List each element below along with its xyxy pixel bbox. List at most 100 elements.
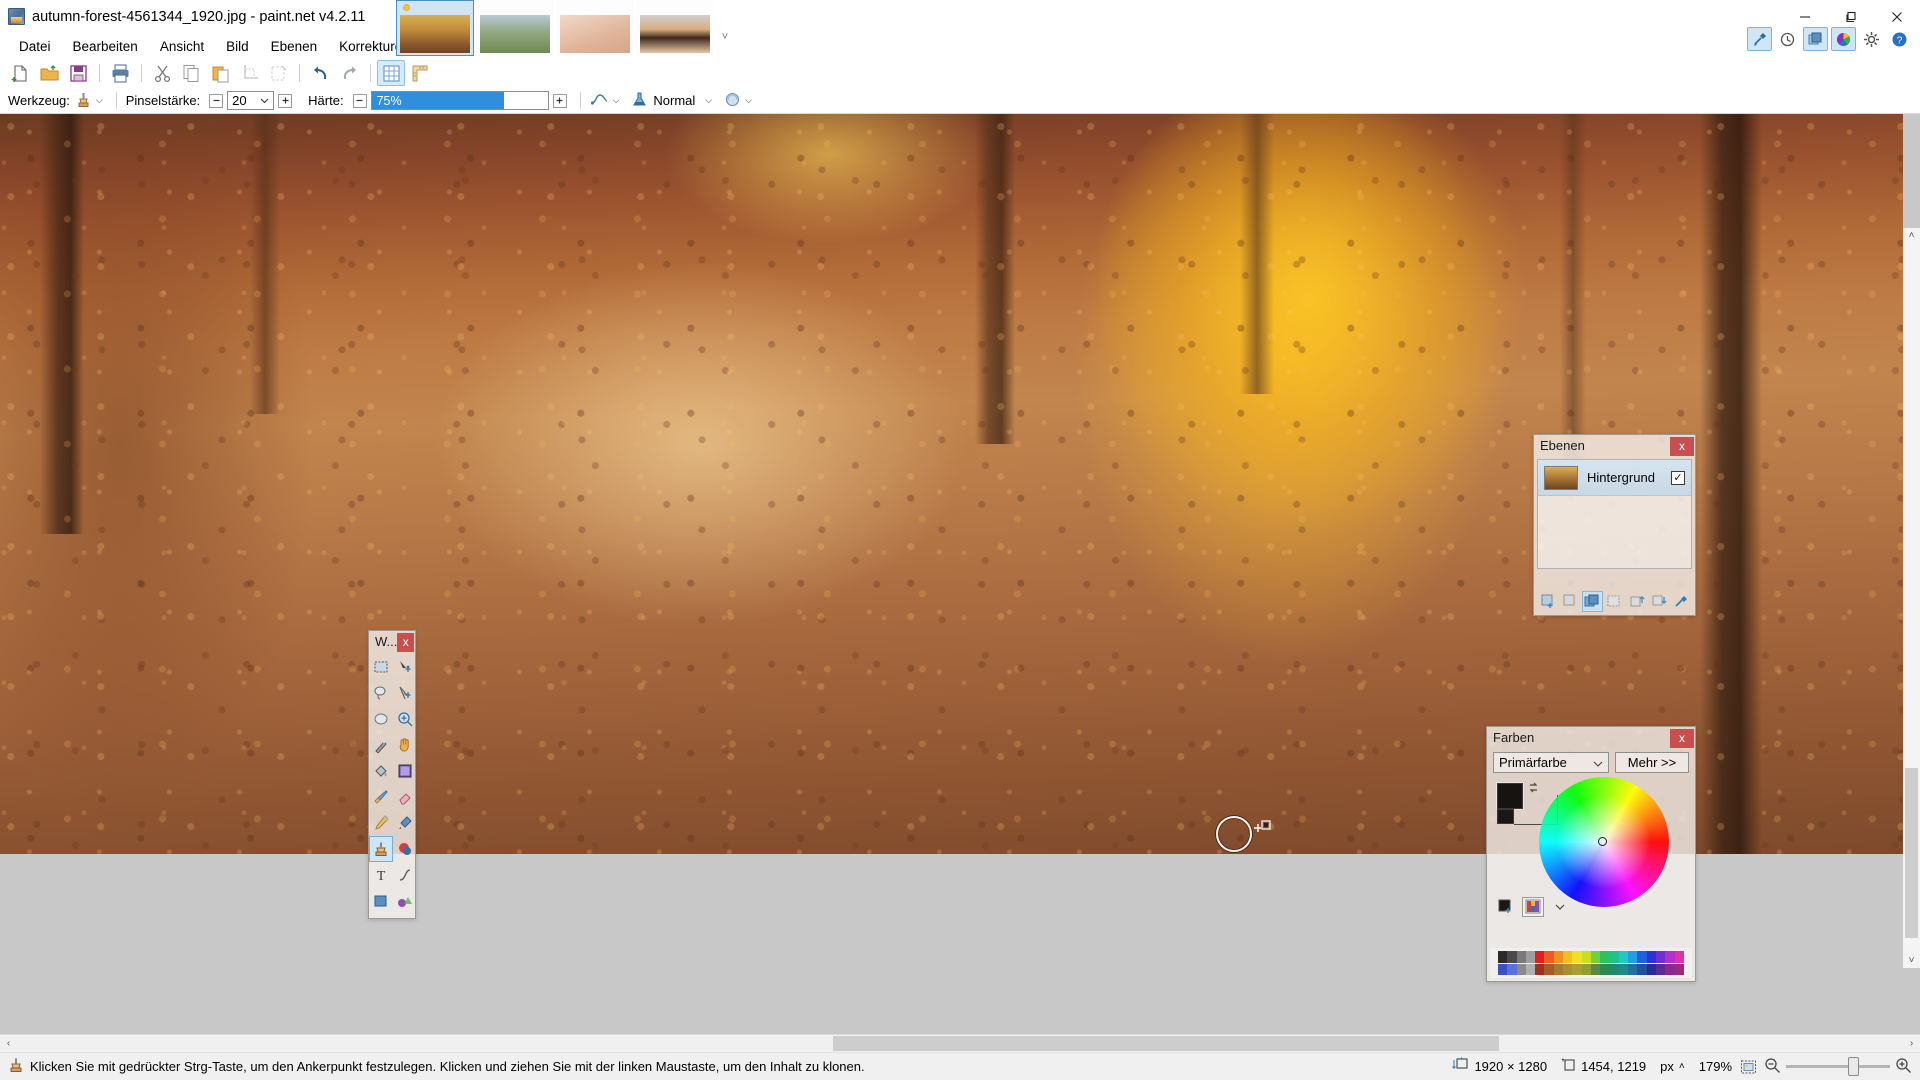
toggle-history-panel[interactable] xyxy=(1775,27,1800,51)
duplicate-layer-icon[interactable] xyxy=(1581,590,1603,612)
toggle-layers-panel[interactable] xyxy=(1803,27,1828,51)
horizontal-scroll-thumb[interactable] xyxy=(833,1036,1499,1051)
rectangle-select-icon[interactable] xyxy=(369,654,393,680)
palette-swatch[interactable] xyxy=(1563,951,1573,963)
scroll-up-arrow[interactable]: ˄ xyxy=(1909,228,1915,243)
palette-swatch[interactable] xyxy=(1525,963,1536,975)
palette-swatch[interactable] xyxy=(1507,963,1517,975)
colors-panel[interactable]: Farben x Primärfarbe Mehr >> xyxy=(1486,726,1696,982)
color-mode-dropdown[interactable]: Primärfarbe xyxy=(1493,752,1609,773)
toggle-tools-panel[interactable] xyxy=(1747,27,1772,51)
horizontal-scrollbar[interactable]: ‹ › xyxy=(0,1034,1920,1052)
layers-panel-close-button[interactable]: x xyxy=(1670,436,1694,456)
add-layer-icon[interactable] xyxy=(1537,591,1558,612)
zoom-slider[interactable] xyxy=(1786,1057,1890,1076)
fit-to-window-icon[interactable] xyxy=(1737,1057,1759,1077)
palette-swatch[interactable] xyxy=(1553,963,1564,975)
pencil-icon[interactable] xyxy=(369,810,393,836)
move-selection-icon[interactable] xyxy=(393,680,417,706)
palette-dropdown-icon[interactable] xyxy=(1549,897,1571,917)
zoom-out-icon[interactable] xyxy=(1764,1057,1781,1076)
palette-swatch[interactable] xyxy=(1637,963,1647,975)
palette-swatch[interactable] xyxy=(1516,963,1526,975)
canvas-area[interactable]: W... x T Ebenen x Hintergrund ✓ Farben x… xyxy=(0,114,1920,1034)
palette-swatch[interactable] xyxy=(1609,951,1619,963)
clone-stamp-icon[interactable] xyxy=(75,91,92,111)
secondary-color-swatch[interactable] xyxy=(1497,809,1514,824)
tools-palette[interactable]: W... x T xyxy=(368,630,416,919)
unit-group[interactable]: px ˄ xyxy=(1660,1059,1685,1074)
brush-width-input[interactable]: 20 xyxy=(227,91,275,110)
palette-swatch[interactable] xyxy=(1674,963,1684,975)
hardness-decrease-button[interactable] xyxy=(352,93,367,108)
line-curve-icon[interactable] xyxy=(393,862,417,888)
toggle-colors-panel[interactable] xyxy=(1831,27,1856,51)
delete-layer-icon[interactable] xyxy=(1559,591,1580,612)
palette-swatch[interactable] xyxy=(1600,951,1610,963)
thumbnail-overflow-icon[interactable]: ˅ xyxy=(718,30,732,44)
more-colors-button[interactable]: Mehr >> xyxy=(1615,752,1689,773)
palette-swatch[interactable] xyxy=(1590,963,1601,975)
print-icon[interactable] xyxy=(106,60,134,86)
colors-panel-close-button[interactable]: x xyxy=(1670,728,1694,748)
layers-panel[interactable]: Ebenen x Hintergrund ✓ xyxy=(1533,434,1696,616)
palette-icon[interactable] xyxy=(1522,897,1544,917)
color-picker-icon[interactable] xyxy=(393,810,417,836)
pan-hand-icon[interactable] xyxy=(393,732,417,758)
layer-properties-icon[interactable] xyxy=(1671,591,1692,612)
primary-color-swatch[interactable] xyxy=(1496,782,1524,810)
add-color-icon[interactable] xyxy=(1495,897,1517,917)
menu-bearbeiten[interactable]: Bearbeiten xyxy=(62,36,149,57)
move-layer-down-icon[interactable] xyxy=(1648,591,1669,612)
paint-bucket-icon[interactable] xyxy=(369,758,393,784)
merge-layer-down-icon[interactable] xyxy=(1604,591,1625,612)
palette-swatch[interactable] xyxy=(1544,951,1554,963)
palette-swatch[interactable] xyxy=(1498,951,1508,963)
recolor-icon[interactable] xyxy=(393,836,417,862)
palette-swatch[interactable] xyxy=(1618,951,1629,963)
wheel-cursor-icon[interactable] xyxy=(1598,837,1607,846)
blend-mode-control[interactable]: Normal ⌵ xyxy=(631,91,716,111)
palette-swatch[interactable] xyxy=(1646,951,1657,963)
palette-swatch[interactable] xyxy=(1656,963,1666,975)
scroll-right-arrow[interactable]: › xyxy=(1903,1035,1920,1052)
sample-dropdown-caret[interactable]: ⌵ xyxy=(745,95,752,106)
zoom-slider-knob[interactable] xyxy=(1848,1057,1859,1076)
color-palette[interactable] xyxy=(1490,948,1692,978)
palette-swatch[interactable] xyxy=(1618,963,1629,975)
open-icon[interactable] xyxy=(35,60,63,86)
palette-swatch[interactable] xyxy=(1535,951,1545,963)
new-icon[interactable] xyxy=(6,60,34,86)
palette-swatch[interactable] xyxy=(1498,963,1508,975)
palette-swatch[interactable] xyxy=(1646,963,1657,975)
shapes-icon[interactable] xyxy=(393,888,417,914)
palette-swatch[interactable] xyxy=(1665,951,1675,963)
layers-list[interactable]: Hintergrund ✓ xyxy=(1537,459,1692,569)
palette-swatch[interactable] xyxy=(1516,951,1526,963)
palette-row-2[interactable] xyxy=(1498,963,1684,975)
tools-palette-close-button[interactable]: x xyxy=(397,632,414,652)
lasso-select-icon[interactable] xyxy=(369,680,393,706)
move-layer-up-icon[interactable] xyxy=(1626,591,1647,612)
menu-bild[interactable]: Bild xyxy=(215,36,260,57)
scroll-left-arrow[interactable]: ‹ xyxy=(0,1035,17,1052)
palette-swatch[interactable] xyxy=(1674,951,1684,963)
undo-icon[interactable] xyxy=(306,60,334,86)
toggle-settings-button[interactable] xyxy=(1859,27,1884,51)
unit-caret-icon[interactable]: ˄ xyxy=(1679,1061,1685,1072)
brush-width-increase-button[interactable] xyxy=(278,93,293,108)
palette-swatch[interactable] xyxy=(1656,951,1666,963)
deselect-icon[interactable] xyxy=(264,60,292,86)
palette-swatch[interactable] xyxy=(1665,963,1675,975)
palette-swatch[interactable] xyxy=(1572,963,1582,975)
palette-swatch[interactable] xyxy=(1600,963,1610,975)
palette-row-1[interactable] xyxy=(1498,951,1684,963)
palette-swatch[interactable] xyxy=(1609,963,1619,975)
palette-swatch[interactable] xyxy=(1544,963,1554,975)
zoom-icon[interactable] xyxy=(393,706,417,732)
scroll-down-arrow[interactable]: ˅ xyxy=(1909,953,1915,968)
antialias-icon[interactable] xyxy=(590,91,609,110)
thumbnail-field-walk[interactable] xyxy=(476,0,554,56)
grid-icon[interactable] xyxy=(377,60,405,86)
save-icon[interactable] xyxy=(64,60,92,86)
